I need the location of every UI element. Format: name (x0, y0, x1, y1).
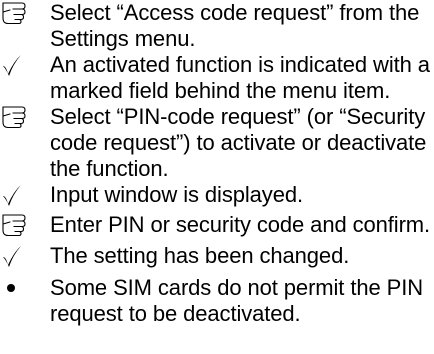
pointing-hand-icon (0, 104, 40, 130)
step-text: Select “Access code request” from the Se… (50, 0, 420, 51)
pointing-hand-icon (0, 0, 40, 26)
pointing-hand-icon (0, 212, 40, 238)
checkmark-icon (0, 182, 40, 208)
step-text: Enter PIN or security code and confirm. (50, 212, 431, 237)
step-text: Some SIM cards do not permit the PIN req… (50, 275, 423, 326)
step-text: Select “PIN-code request” (or “Security … (50, 104, 427, 181)
bullet-icon (0, 275, 40, 301)
checkmark-icon (0, 52, 40, 78)
instruction-steps: Select “Access code request” from the Se… (0, 0, 434, 354)
checkmark-icon (0, 243, 40, 269)
step-text: Input window is displayed. (50, 182, 303, 207)
step-text: An activated function is indicated with … (50, 52, 430, 103)
step-text: The setting has been changed. (50, 243, 350, 268)
